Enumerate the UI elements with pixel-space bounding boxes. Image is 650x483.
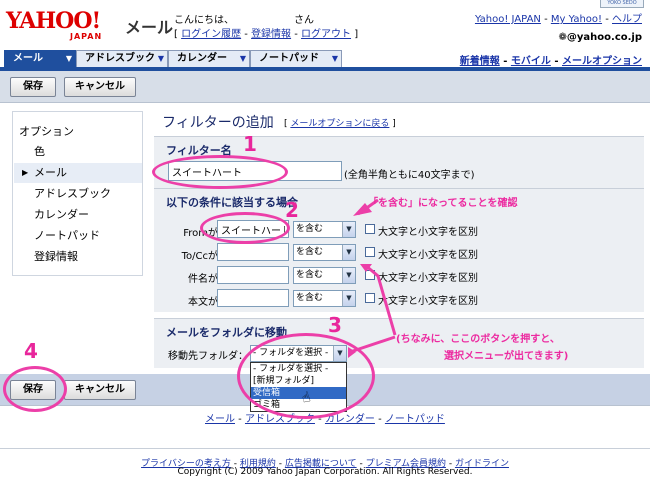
operator-label: を含む [296,270,324,280]
yahoo-logo[interactable]: YAHOO! [6,10,101,32]
sidebar-item-mail[interactable]: ▶ メール [14,163,142,183]
options-sidebar: オプション 色 ▶ メール アドレスブック カレンダー ノートパッド 登録情報 [12,111,143,276]
back-link-wrap: [ メールオプションに戻る ] [284,119,396,129]
greeting-suffix: さん [294,15,314,26]
user-email: @yahoo.co.jp [566,32,642,43]
sidebar-item-color[interactable]: 色 [14,142,142,162]
chevron-down-icon[interactable]: ▼ [66,51,72,67]
tab-address-book[interactable]: アドレスブック ▼ [76,50,168,68]
operator-label: を含む [296,247,324,257]
footer-divider [0,448,650,449]
case-sensitive-label: 大文字と小文字を区別 [378,296,478,307]
step-number-4: 4 [24,339,38,363]
tab-calendar[interactable]: カレンダー ▼ [168,50,250,68]
case-sensitive-label: 大文字と小文字を区別 [378,273,478,284]
login-history-link[interactable]: ログイン履歴 [181,29,241,40]
cancel-button-bottom[interactable]: キャンセル [64,380,136,400]
chevron-down-icon[interactable]: ▼ [342,291,355,306]
condition-operator-subject[interactable]: を含む ▼ [293,267,356,284]
operator-label: を含む [296,293,324,303]
chevron-down-icon[interactable]: ▼ [342,245,355,260]
sub-links: 新着情報 - モバイル - メールオプション [459,56,642,67]
greeting: こんにちは、 さん [ ログイン履歴 - 登録情報 - ログアウト ] [174,15,359,40]
condition-label-body: 本文が [188,297,218,308]
tab-address-book-label: アドレスブック [85,53,155,64]
step-number-2: 2 [285,198,299,222]
mobile-link[interactable]: モバイル [511,56,551,67]
case-sensitive-checkbox-from[interactable] [365,224,375,234]
yahoo-japan-link[interactable]: Yahoo! JAPAN [475,14,541,25]
email-icon: ❁ [558,32,567,43]
note-button-line2: 選択メニューが出てきます) [444,351,569,362]
news-link[interactable]: 新着情報 [460,56,500,67]
page-title: フィルターの追加 [162,115,274,131]
back-to-options-link[interactable]: メールオプションに戻る [290,119,389,129]
condition-operator-from[interactable]: を含む ▼ [293,221,356,238]
case-sensitive-checkbox-subject[interactable] [365,270,375,280]
conditions-heading: 以下の条件に該当する場合 [166,196,298,209]
condition-input-tocc[interactable] [217,243,289,261]
tab-notepad-label: ノートパッド [259,53,319,64]
condition-operator-body[interactable]: を含む ▼ [293,290,356,307]
sidebar-item-notepad[interactable]: ノートパッド [14,226,142,246]
condition-input-subject[interactable] [217,266,289,284]
tab-mail-label: メール [13,53,43,64]
footer-nav-mail[interactable]: メール [205,414,235,425]
operator-label: を含む [296,224,324,234]
highlight-ring-from [200,212,290,244]
sidebar-item-calendar[interactable]: カレンダー [14,205,142,225]
triangle-right-icon: ▶ [22,168,29,177]
highlight-ring-filter-name [152,155,288,189]
registration-info-link[interactable]: 登録情報 [251,29,291,40]
corner-badge: YOKO SEDO [600,0,644,8]
copyright: Copyright (C) 2009 Yahoo Japan Corporati… [177,467,473,477]
tab-calendar-label: カレンダー [177,53,227,64]
logout-link[interactable]: ログアウト [301,29,351,40]
step-number-1: 1 [243,132,257,156]
tab-notepad[interactable]: ノートパッド ▼ [250,50,342,68]
my-yahoo-link[interactable]: My Yahoo! [551,14,602,25]
case-sensitive-checkbox-body[interactable] [365,293,375,303]
case-sensitive-checkbox-tocc[interactable] [365,247,375,257]
chevron-down-icon[interactable]: ▼ [332,51,338,67]
condition-input-body[interactable] [217,289,289,307]
yahoo-logo-sub: JAPAN [70,32,103,41]
case-sensitive-label: 大文字と小文字を区別 [378,250,478,261]
save-button-top[interactable]: 保存 [10,77,56,97]
sidebar-item-registration[interactable]: 登録情報 [14,247,142,267]
move-folder-label: 移動先フォルダ： [168,351,248,362]
condition-label-tocc: To/Ccが [181,251,218,262]
note-contains: 「を含む」になってることを確認 [368,198,518,209]
chevron-down-icon[interactable]: ▼ [240,51,246,67]
chevron-down-icon[interactable]: ▼ [342,268,355,283]
chevron-down-icon[interactable]: ▼ [342,222,355,237]
step-number-3: 3 [328,313,342,337]
case-sensitive-label: 大文字と小文字を区別 [378,227,478,238]
tab-mail[interactable]: メール ▼ [4,50,76,68]
highlight-ring-save [3,366,67,412]
help-link[interactable]: ヘルプ [612,14,642,25]
sidebar-heading: オプション [19,125,74,138]
sidebar-item-label: メール [34,166,67,179]
condition-label-subject: 件名が [188,274,218,285]
note-button-line1: (ちなみに、ここのボタンを押すと、 [396,334,560,345]
highlight-ring-folder [237,333,375,419]
top-right-links: Yahoo! JAPAN - My Yahoo! - ヘルプ ❁@yahoo.c… [474,14,642,43]
footer-nav-notepad[interactable]: ノートパッド [385,414,445,425]
mail-title: メール [125,18,174,37]
chevron-down-icon[interactable]: ▼ [158,51,164,67]
cancel-button-top[interactable]: キャンセル [64,77,136,97]
mail-options-link[interactable]: メールオプション [562,56,642,67]
greeting-prefix: こんにちは、 [174,15,234,26]
filter-name-hint: (全角半角ともに40文字まで) [344,170,475,181]
sidebar-item-address-book[interactable]: アドレスブック [14,184,142,204]
move-folder-heading: メールをフォルダに移動 [166,326,287,339]
top-toolbar: 保存 キャンセル [0,71,650,103]
condition-operator-tocc[interactable]: を含む ▼ [293,244,356,261]
